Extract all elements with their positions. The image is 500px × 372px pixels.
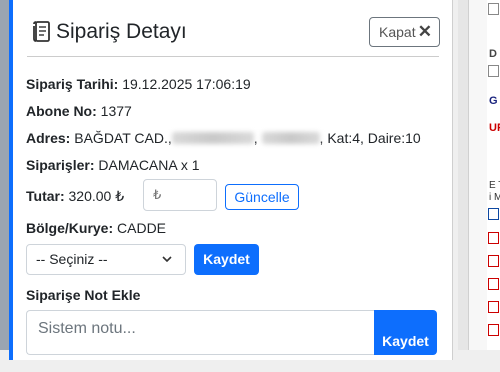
strip-box: [488, 301, 499, 313]
address-value-start: BAĞDAT CAD.,: [74, 130, 172, 146]
save-note-button[interactable]: Kaydet: [374, 310, 437, 355]
amount-label: Tutar:: [26, 188, 65, 204]
save-courier-button[interactable]: Kaydet: [194, 244, 259, 275]
region-row: Bölge/Kurye: CADDE: [26, 219, 166, 237]
strip-text: UF: [489, 122, 500, 134]
strip-box: [488, 65, 499, 77]
note-heading-row: Siparişe Not Ekle: [26, 286, 140, 304]
orders-label: Siparişler:: [26, 157, 95, 173]
modal-title: Sipariş Detayı: [56, 20, 187, 43]
order-date-label: Sipariş Tarihi:: [26, 76, 119, 92]
strip-box: [488, 278, 499, 290]
subscriber-label: Abone No:: [26, 103, 97, 119]
courier-select-value: -- Seçiniz --: [36, 251, 108, 267]
close-icon: ✕: [417, 22, 432, 41]
amount-row: Tutar: 320.00 ₺: [26, 187, 124, 205]
background-table-strip: D G UF E T i M: [487, 0, 500, 350]
update-amount-button[interactable]: Güncelle: [225, 184, 299, 210]
order-date-value: 19.12.2025 17:06:19: [122, 76, 251, 92]
background-gap: [458, 0, 468, 350]
note-heading: Siparişe Not Ekle: [26, 287, 141, 303]
redacted-text: [171, 132, 254, 144]
close-button-label: Kapat: [379, 24, 416, 40]
scroll-document-icon: [33, 21, 50, 42]
amount-value: 320.00 ₺: [68, 188, 125, 204]
region-value: CADDE: [117, 220, 167, 236]
close-button[interactable]: Kapat ✕: [369, 17, 440, 47]
redacted-text: [261, 132, 320, 144]
scrollbar[interactable]: [468, 0, 488, 350]
chevron-down-icon: [162, 256, 172, 262]
strip-box: [488, 324, 499, 336]
order-date-row: Sipariş Tarihi: 19.12.2025 17:06:19: [26, 75, 251, 93]
strip-text: D: [489, 48, 497, 60]
subscriber-row: Abone No: 1377: [26, 102, 132, 120]
note-input[interactable]: Sistem notu...: [26, 310, 374, 355]
strip-text: G: [489, 95, 498, 107]
strip-box: [488, 232, 499, 244]
subscriber-value: 1377: [100, 103, 132, 119]
region-label: Bölge/Kurye:: [26, 220, 114, 236]
header-divider: [27, 56, 439, 57]
orders-value: DAMACANA x 1: [98, 157, 200, 173]
strip-box: [488, 208, 499, 220]
strip-box: [488, 255, 499, 267]
address-row: Adres: BAĞDAT CAD.,, , Kat:4, Daire:10: [26, 130, 421, 146]
background-panel-left: [0, 0, 9, 350]
strip-box: [488, 3, 499, 15]
address-value-end: , Kat:4, Daire:10: [319, 130, 421, 146]
order-detail-modal: Sipariş Detayı Kapat ✕ Sipariş Tarihi: 1…: [9, 0, 453, 360]
address-label: Adres:: [26, 130, 71, 146]
strip-text: E T: [489, 180, 500, 191]
orders-row: Siparişler: DAMACANA x 1: [26, 156, 200, 174]
courier-select[interactable]: -- Seçiniz --: [26, 244, 186, 275]
strip-text: i M: [489, 192, 500, 203]
amount-input[interactable]: ₺: [143, 179, 217, 211]
